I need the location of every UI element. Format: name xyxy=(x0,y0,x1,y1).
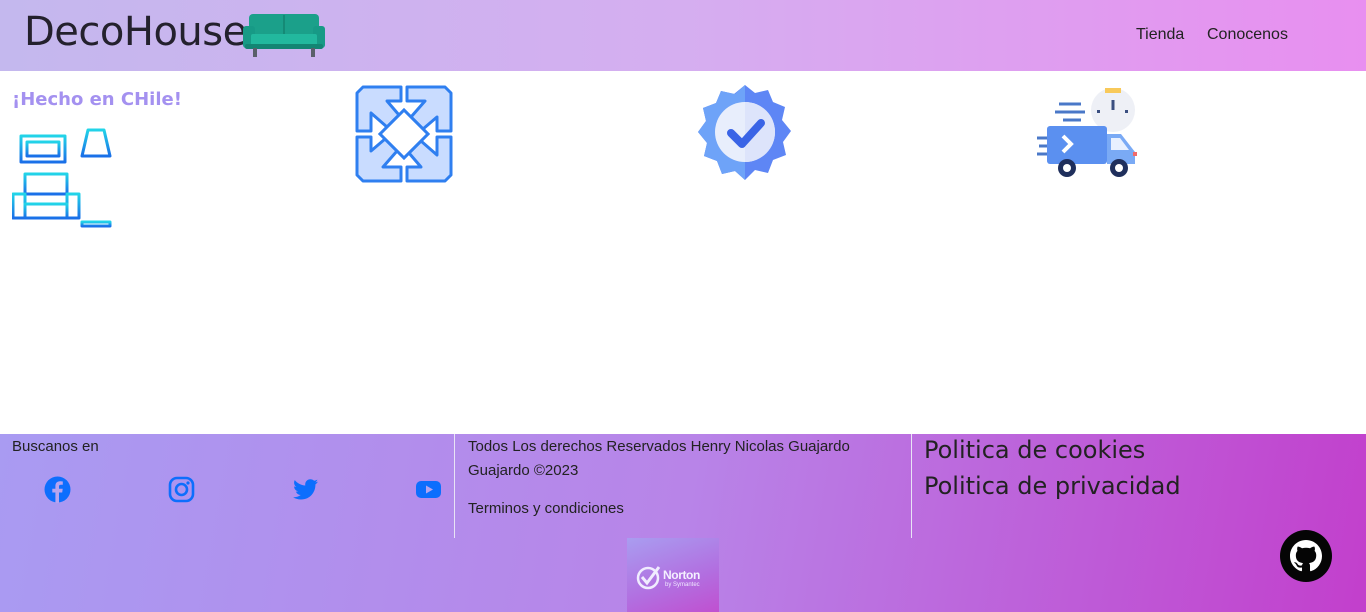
github-icon xyxy=(1290,540,1322,572)
footer: Buscanos en Todos Los derechos Reservado… xyxy=(0,434,1366,612)
fast-delivery-truck-icon xyxy=(1037,88,1137,177)
brand-title[interactable]: DecoHouse xyxy=(24,9,247,55)
social-label: Buscanos en xyxy=(12,438,99,455)
youtube-icon[interactable] xyxy=(415,476,442,503)
navbar: DecoHouse Tienda Conocenos xyxy=(0,0,1366,71)
cookies-policy-link[interactable]: Politica de cookies xyxy=(924,436,1145,464)
made-in-chile-heading: ¡Hecho en CHile! xyxy=(12,89,182,110)
footer-divider xyxy=(454,434,455,538)
privacy-policy-link[interactable]: Politica de privacidad xyxy=(924,472,1181,500)
norton-check-icon xyxy=(636,566,661,590)
copyright-text: Todos Los derechos Reservados Henry Nico… xyxy=(468,438,850,479)
github-button[interactable] xyxy=(1280,530,1332,582)
teamwork-hands-icon xyxy=(355,85,453,183)
norton-seal[interactable]: Norton by Symantec xyxy=(627,538,719,612)
norton-sub: by Symantec xyxy=(665,582,700,588)
twitter-icon[interactable] xyxy=(292,476,319,503)
nav-link-tienda[interactable]: Tienda xyxy=(1136,26,1184,44)
verified-badge-icon xyxy=(698,85,791,180)
nav-link-conocenos[interactable]: Conocenos xyxy=(1207,26,1288,44)
facebook-icon[interactable] xyxy=(44,476,71,503)
living-room-icon xyxy=(12,128,112,228)
footer-divider xyxy=(911,434,912,538)
norton-name: Norton xyxy=(663,568,700,582)
terms-link[interactable]: Terminos y condiciones xyxy=(468,500,624,517)
sofa-icon xyxy=(243,14,325,57)
instagram-icon[interactable] xyxy=(168,476,195,503)
